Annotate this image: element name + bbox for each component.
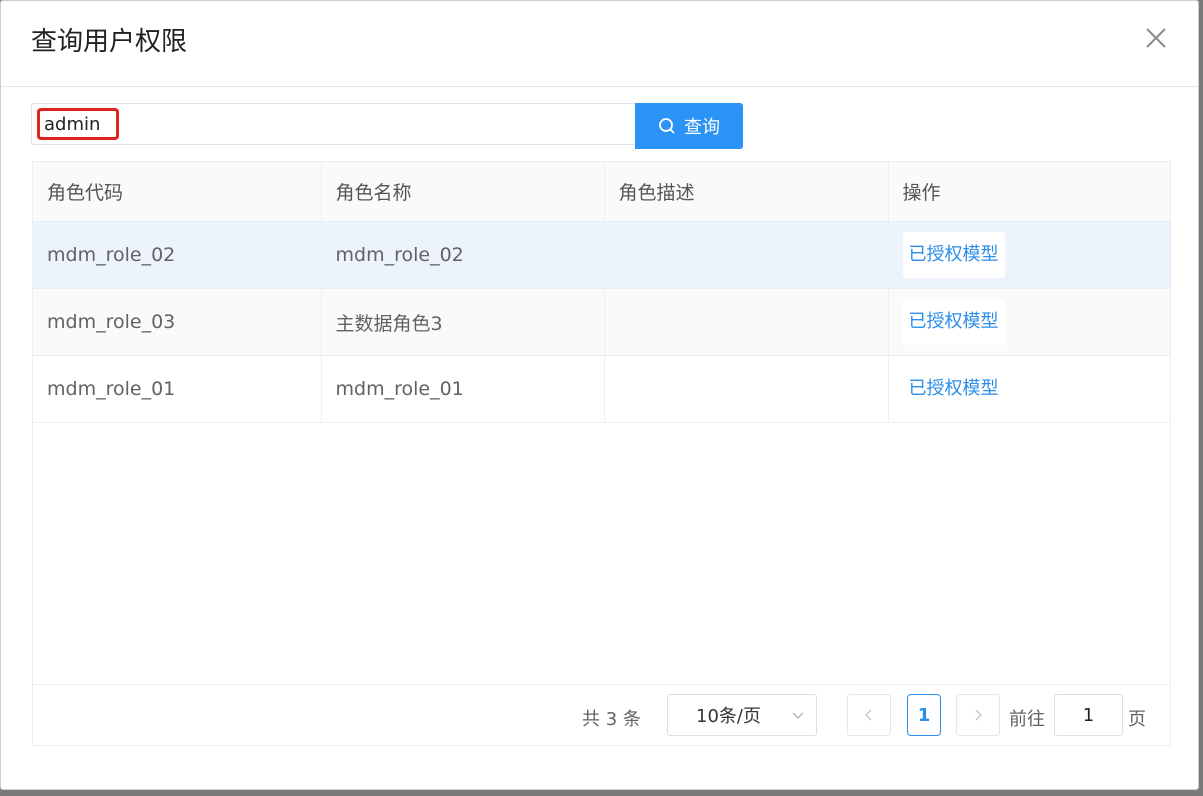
search-icon	[659, 118, 675, 134]
cell-role-name: 主数据角色3	[321, 288, 605, 356]
roles-table: 角色代码 角色名称 角色描述 操作 mdm_role_02 mdm_role_0…	[32, 161, 1171, 746]
cell-action: 已授权模型	[888, 355, 1170, 423]
table-row[interactable]: mdm_role_02 mdm_role_02 已授权模型	[33, 221, 1170, 289]
cell-role-desc	[604, 355, 889, 423]
cell-role-name: mdm_role_01	[321, 355, 605, 423]
table-row[interactable]: mdm_role_01 mdm_role_01 已授权模型	[33, 355, 1170, 423]
close-button[interactable]	[1141, 23, 1171, 53]
cell-action: 已授权模型	[888, 221, 1170, 289]
page-number-1[interactable]: 1	[907, 694, 941, 736]
cell-role-code: mdm_role_01	[33, 355, 322, 423]
cell-role-code: mdm_role_02	[33, 221, 322, 289]
column-header-role-name: 角色名称	[321, 162, 605, 222]
search-bar: 查询	[31, 103, 743, 149]
close-icon	[1146, 28, 1166, 48]
page-size-value: 10条/页	[696, 706, 761, 727]
goto-page-input[interactable]	[1054, 694, 1123, 736]
cell-role-desc	[604, 221, 889, 289]
dialog-header: 查询用户权限	[1, 1, 1198, 87]
query-user-permission-dialog: 查询用户权限 查询 角色代码 角色名称	[0, 0, 1199, 790]
page-suffix: 页	[1128, 709, 1146, 730]
pagination: 共 3 条 10条/页 1 前往 页	[33, 684, 1170, 745]
chevron-down-icon	[792, 712, 804, 719]
total-count: 共 3 条	[582, 709, 641, 730]
search-button-label: 查询	[684, 117, 720, 138]
cell-role-name: mdm_role_02	[321, 221, 605, 289]
authorized-models-button[interactable]: 已授权模型	[902, 299, 1005, 345]
dialog-title: 查询用户权限	[31, 27, 188, 57]
column-header-action: 操作	[888, 162, 1170, 222]
column-header-role-code: 角色代码	[33, 162, 322, 222]
goto-label: 前往	[1009, 709, 1045, 730]
search-input[interactable]	[31, 103, 637, 145]
column-header-role-desc: 角色描述	[604, 162, 889, 222]
cell-role-code: mdm_role_03	[33, 288, 322, 356]
cell-role-desc	[604, 288, 889, 356]
table-header-row: 角色代码 角色名称 角色描述 操作	[33, 162, 1170, 222]
search-button[interactable]: 查询	[635, 103, 743, 149]
page-size-select[interactable]: 10条/页	[667, 694, 817, 736]
next-page-button[interactable]	[956, 694, 1000, 736]
chevron-left-icon	[865, 709, 872, 721]
prev-page-button[interactable]	[847, 694, 891, 736]
cell-action: 已授权模型	[888, 288, 1170, 356]
authorized-models-button[interactable]: 已授权模型	[903, 366, 1005, 412]
authorized-models-button[interactable]: 已授权模型	[902, 232, 1005, 278]
chevron-right-icon	[975, 709, 982, 721]
table-row[interactable]: mdm_role_03 主数据角色3 已授权模型	[33, 288, 1170, 356]
